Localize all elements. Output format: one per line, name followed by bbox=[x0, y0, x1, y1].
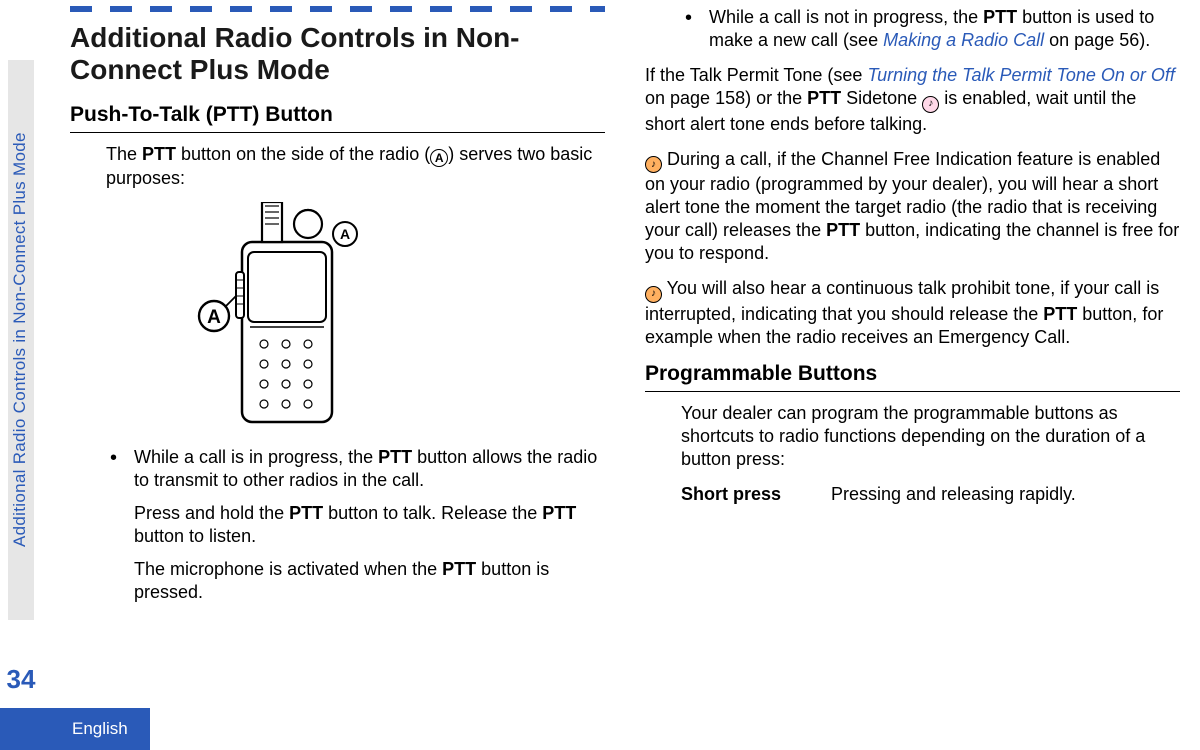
info-icon: ♪ bbox=[645, 156, 662, 173]
page-number: 34 bbox=[0, 664, 42, 695]
top-dashed-rule bbox=[70, 6, 605, 12]
talk-prohibit-paragraph: ♪ You will also hear a continuous talk p… bbox=[645, 277, 1180, 349]
sidebar: Additional Radio Controls in Non-Connect… bbox=[0, 0, 42, 750]
subsection-programmable-title: Programmable Buttons bbox=[645, 361, 1180, 392]
def-term-short-press: Short press bbox=[681, 483, 801, 506]
talk-permit-paragraph: If the Talk Permit Tone (see Turning the… bbox=[645, 64, 1180, 136]
section-title: Additional Radio Controls in Non-Connect… bbox=[70, 22, 605, 86]
sidetone-icon: ♪ bbox=[922, 96, 939, 113]
bullet1-p2: Press and hold the PTT button to talk. R… bbox=[134, 502, 605, 548]
callout-a-icon: A bbox=[430, 149, 448, 167]
subsection-ptt-title: Push-To-Talk (PTT) Button bbox=[70, 102, 605, 133]
side-section-tab: Additional Radio Controls in Non-Connect… bbox=[8, 60, 34, 620]
ptt-bullet-list-cont: While a call is not in progress, the PTT… bbox=[681, 6, 1180, 52]
radio-illustration: A A bbox=[190, 202, 370, 432]
programmable-intro: Your dealer can program the programmable… bbox=[681, 402, 1180, 471]
definition-row: Short press Pressing and releasing rapid… bbox=[681, 483, 1180, 506]
bullet1-p3: The microphone is activated when the PTT… bbox=[134, 558, 605, 604]
page-content: Additional Radio Controls in Non-Connect… bbox=[60, 0, 1190, 750]
link-talk-permit-tone[interactable]: Turning the Talk Permit Tone On or Off bbox=[867, 65, 1174, 85]
svg-text:A: A bbox=[340, 226, 350, 242]
bullet-call-in-progress: While a call is in progress, the PTT but… bbox=[106, 446, 605, 604]
svg-text:A: A bbox=[207, 307, 221, 328]
radio-figure: A A bbox=[190, 202, 605, 432]
ptt-intro: The PTT button on the side of the radio … bbox=[106, 143, 605, 190]
info-icon: ♪ bbox=[645, 286, 662, 303]
channel-free-paragraph: ♪ During a call, if the Channel Free Ind… bbox=[645, 148, 1180, 266]
link-making-radio-call[interactable]: Making a Radio Call bbox=[883, 30, 1044, 50]
bullet-call-not-in-progress: While a call is not in progress, the PTT… bbox=[681, 6, 1180, 52]
ptt-bullet-list: While a call is in progress, the PTT but… bbox=[106, 446, 605, 604]
def-desc-short-press: Pressing and releasing rapidly. bbox=[831, 483, 1076, 506]
